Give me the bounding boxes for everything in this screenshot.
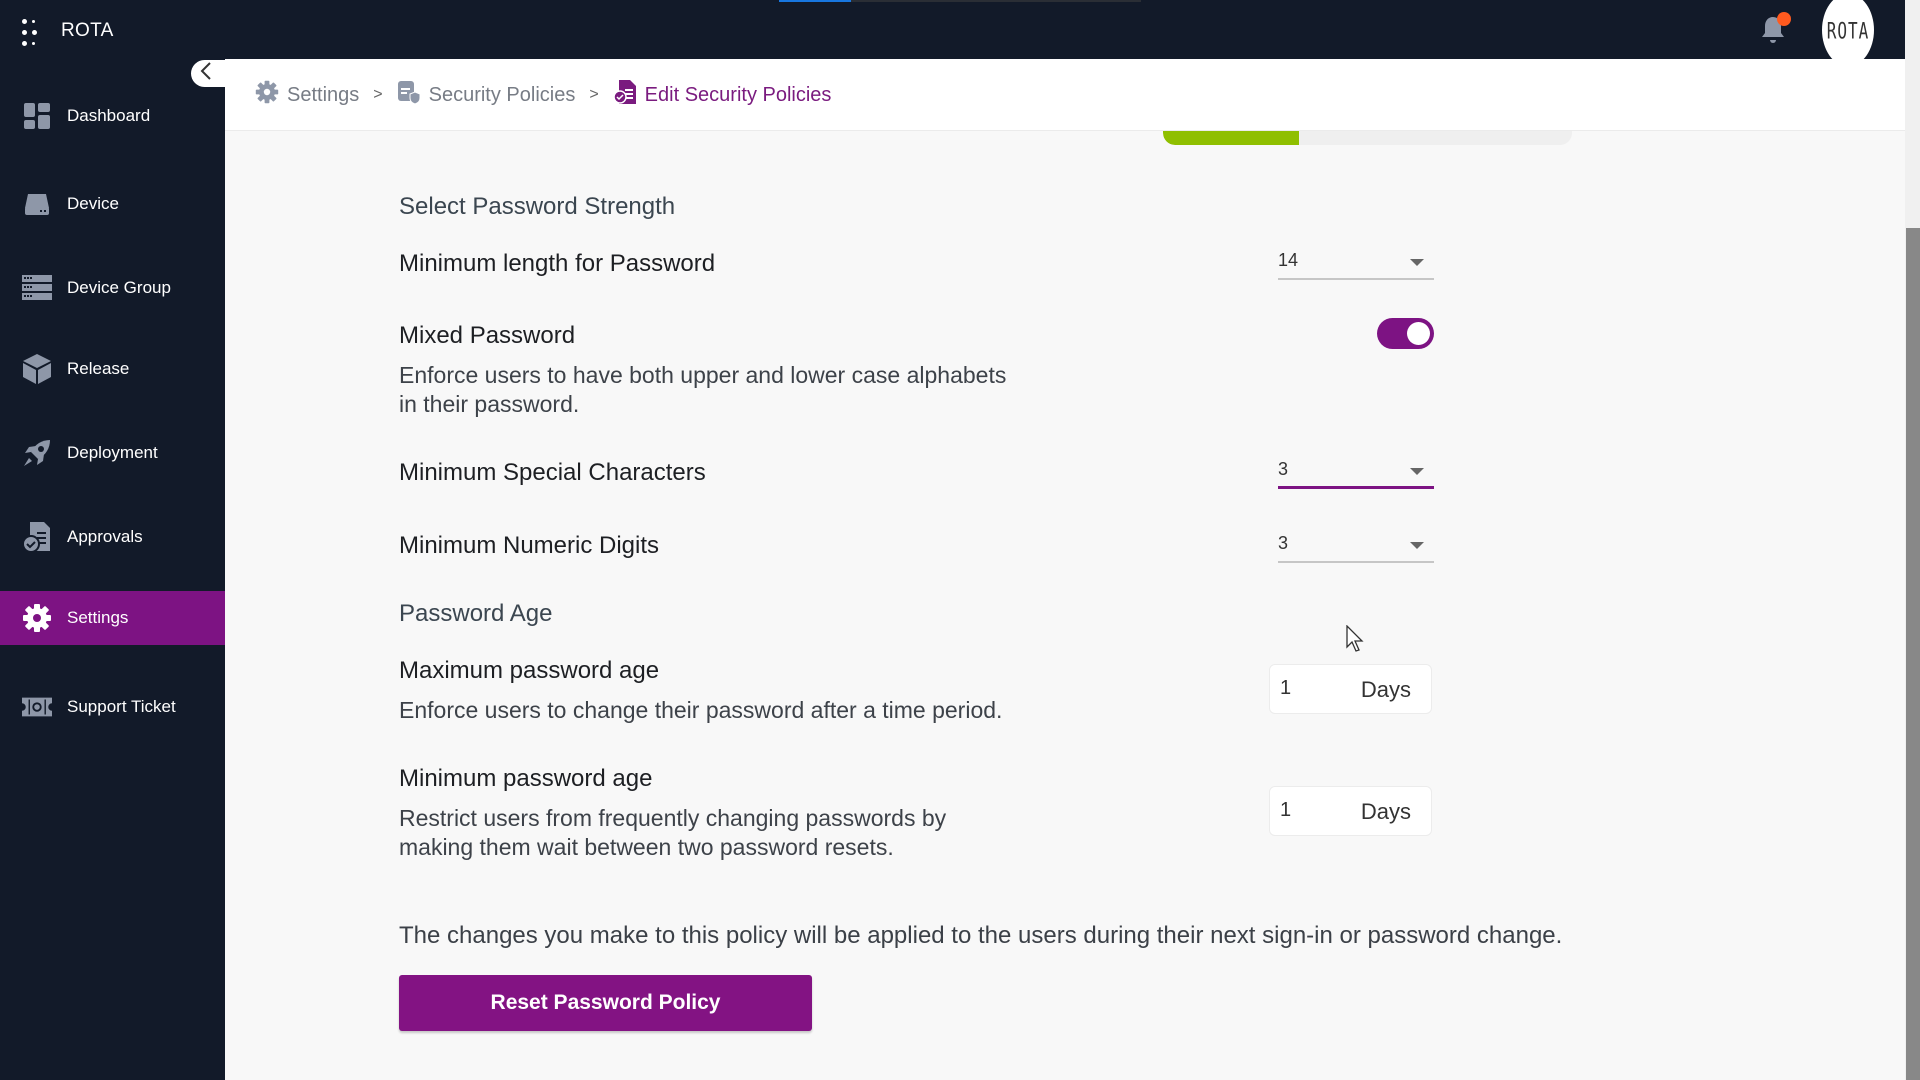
dashboard-icon [22,101,52,131]
toggle-knob [1407,322,1430,345]
max-password-age-unit: Days [1360,677,1411,702]
section-title-password-age: Password Age [399,600,553,627]
min-password-age-unit: Days [1360,799,1411,824]
mixed-password-toggle[interactable] [1377,318,1434,349]
breadcrumb-edit-security-policies: Edit Security Policies [612,79,832,111]
max-password-age-description: Enforce users to change their password a… [399,697,1003,723]
chevron-left-icon [200,62,212,85]
min-special-chars-label: Minimum Special Characters [399,459,706,486]
breadcrumb-separator: > [589,86,599,103]
breadcrumb-label: Settings [287,83,360,106]
sidebar-item-label: Release [67,359,130,378]
app-menu-icon[interactable] [22,19,42,47]
box-icon [22,354,52,384]
sidebar-item-support-ticket[interactable]: Support Ticket [0,680,225,734]
password-strength-fill [1163,131,1300,145]
breadcrumb-security-policies[interactable]: Security Policies [397,80,576,110]
mouse-cursor-icon [1346,624,1366,653]
sidebar-item-label: Settings [67,608,129,627]
sidebar-item-dashboard[interactable]: Dashboard [0,89,225,143]
breadcrumb-settings[interactable]: Settings [255,80,359,110]
min-password-age-description-cont: making them wait between two password re… [399,834,894,860]
gear-icon [255,80,279,110]
min-length-label: Minimum length for Password [399,250,716,277]
chevron-down-icon [1410,259,1424,266]
password-strength-indicator [1163,131,1572,145]
mixed-password-description: Enforce users to have both upper and low… [399,362,1007,388]
sidebar-item-label: Device Group [67,278,171,297]
sidebar-item-approvals[interactable]: Approvals [0,510,225,564]
top-navbar [0,0,1905,59]
mixed-password-label: Mixed Password [399,322,576,349]
rocket-icon [22,438,52,468]
section-title-password-strength: Select Password Strength [399,193,676,220]
device-group-icon [22,273,52,303]
min-password-age-description: Restrict users from frequently changing … [399,805,947,831]
scrollbar-thumb[interactable] [1906,228,1920,1080]
breadcrumb-label: Security Policies [428,83,576,106]
sidebar-item-label: Approvals [67,527,143,546]
sidebar-item-device[interactable]: Device [0,177,225,231]
app-title: ROTA [61,20,114,41]
sidebar-item-label: Dashboard [67,106,151,125]
sidebar-item-label: Support Ticket [67,697,176,716]
gear-icon [22,603,52,633]
breadcrumb: Settings > Security Policies > Edit Secu… [255,59,831,131]
policy-change-note: The changes you make to this policy will… [399,922,1563,949]
chevron-down-icon [1410,542,1424,549]
min-numeric-digits-select[interactable]: 3 [1278,533,1434,563]
mixed-password-description-cont: in their password. [399,391,580,417]
sidebar-item-device-group[interactable]: Device Group [0,261,225,315]
min-length-select[interactable]: 14 [1278,250,1434,280]
breadcrumb-separator: > [373,86,383,103]
page-loading-bar-fill [779,0,852,2]
approvals-icon [22,522,52,553]
min-special-chars-value: 3 [1278,459,1289,479]
min-password-age-label: Minimum password age [399,765,653,792]
security-policy-icon [397,80,421,110]
collapse-sidebar-button[interactable] [191,60,231,87]
min-password-age-field[interactable]: Days [1269,786,1432,836]
chevron-down-icon [1410,468,1424,475]
min-length-value: 14 [1278,250,1299,270]
min-special-chars-select[interactable]: 3 [1278,459,1434,489]
max-password-age-label: Maximum password age [399,657,660,684]
device-icon [22,189,52,219]
ticket-icon [22,692,52,722]
sidebar-item-deployment[interactable]: Deployment [0,426,225,480]
breadcrumb-bar: Settings > Security Policies > Edit Secu… [225,59,1905,131]
edit-policy-icon [612,79,637,111]
max-password-age-input[interactable] [1280,677,1330,700]
sidebar-item-label: Deployment [67,443,158,462]
sidebar-item-release[interactable]: Release [0,342,225,396]
page-loading-bar [779,0,1141,2]
max-password-age-field[interactable]: Days [1269,664,1432,714]
min-password-age-input[interactable] [1280,799,1330,822]
sidebar-item-settings[interactable]: Settings [0,591,225,645]
notification-badge [1777,12,1791,26]
sidebar-item-label: Device [67,194,119,213]
reset-password-policy-button[interactable]: Reset Password Policy [399,975,812,1031]
breadcrumb-label: Edit Security Policies [644,83,832,106]
min-numeric-digits-value: 3 [1278,533,1289,553]
min-numeric-digits-label: Minimum Numeric Digits [399,532,660,559]
